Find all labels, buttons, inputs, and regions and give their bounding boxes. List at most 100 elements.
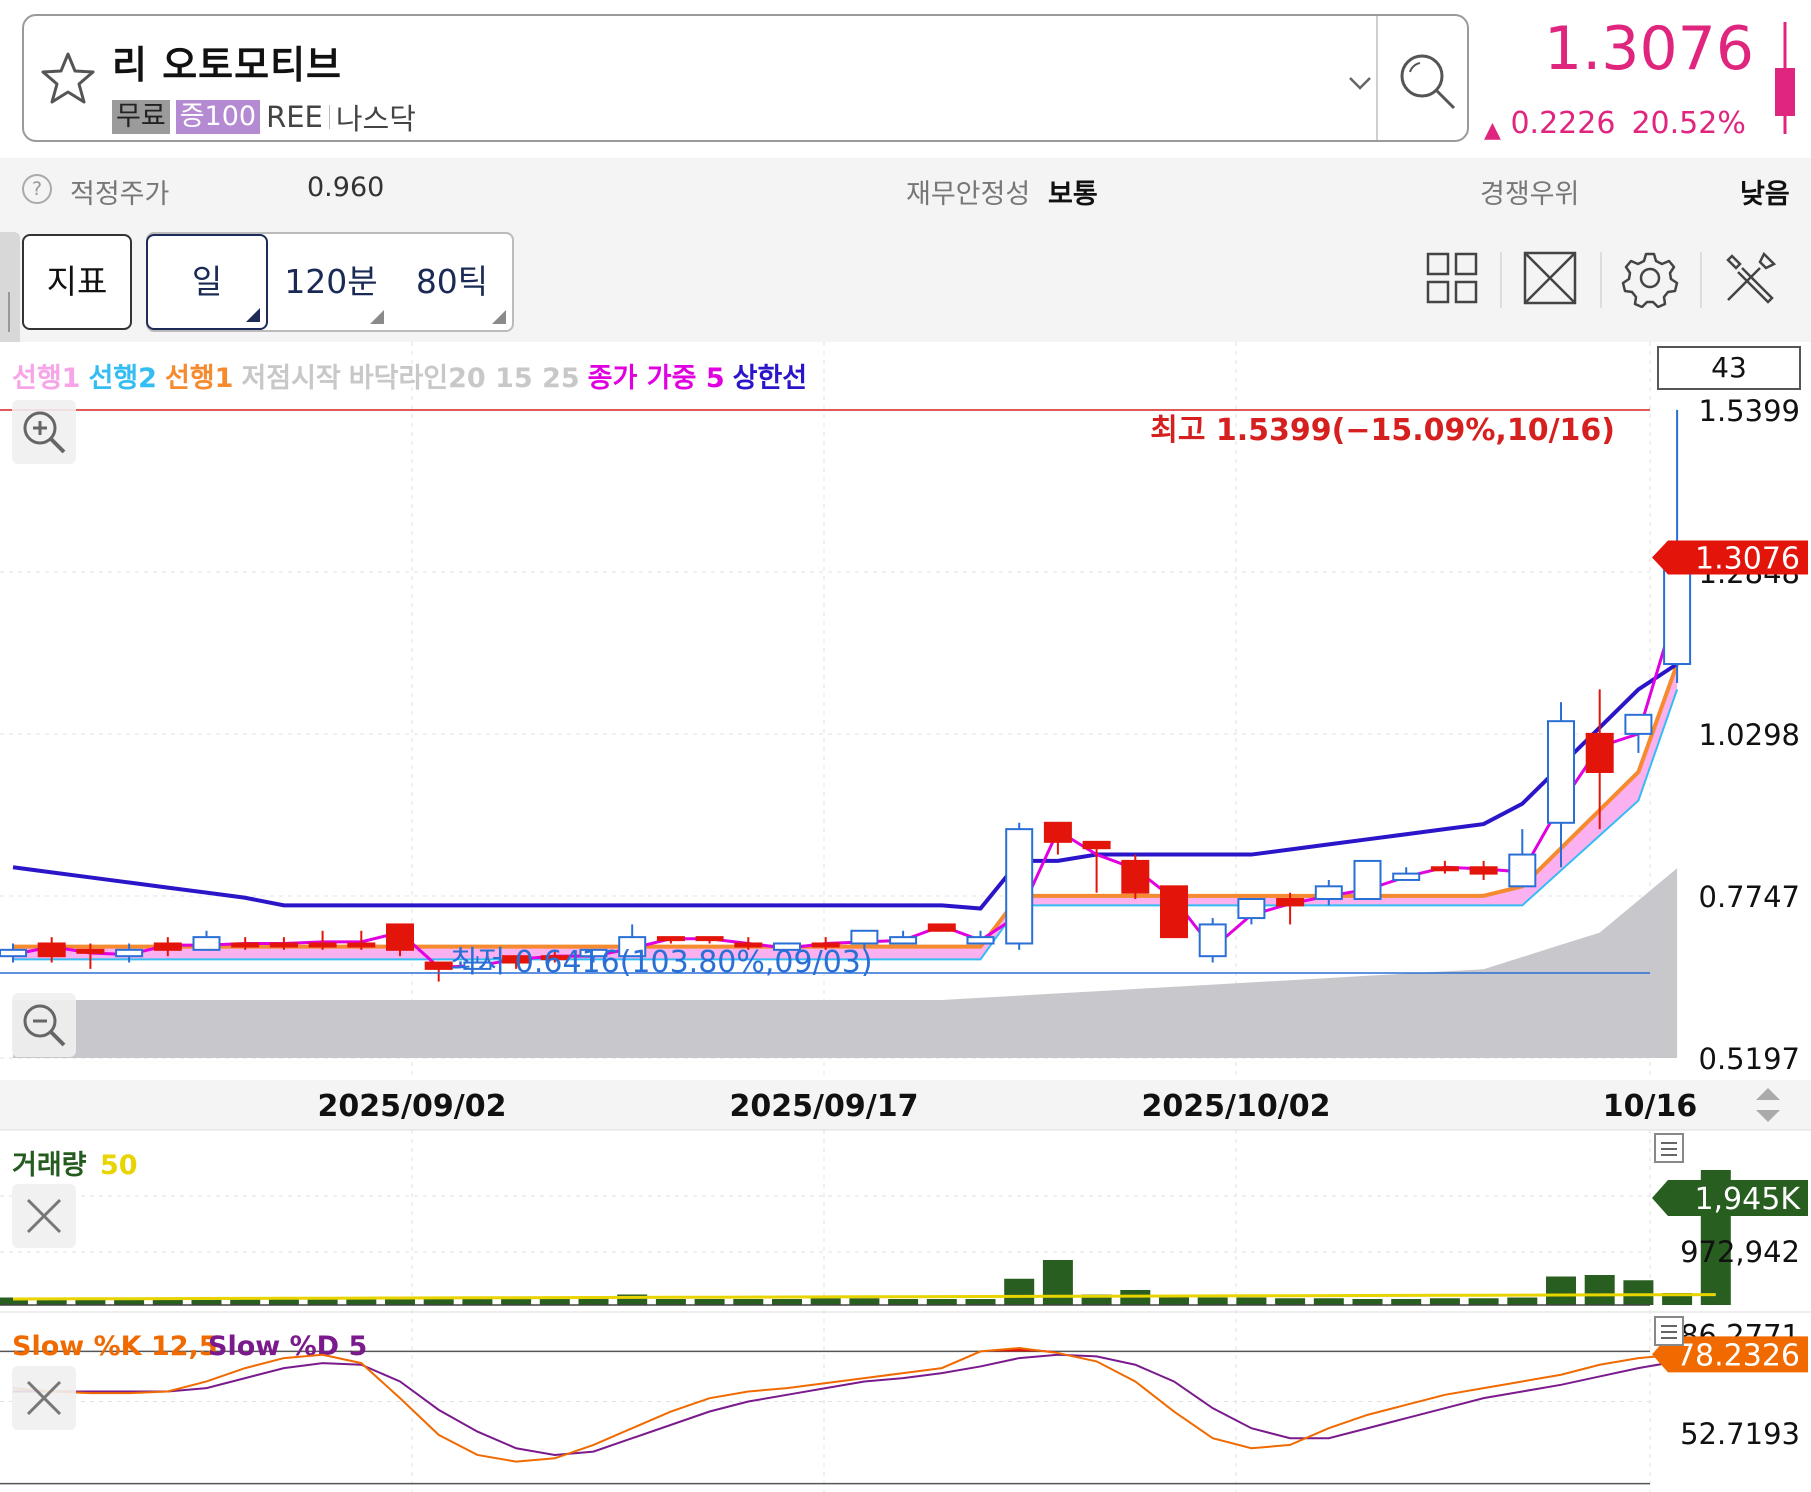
date-axis-label: 2025/10/02 xyxy=(1142,1089,1331,1124)
up-arrow-icon: ▲ xyxy=(1484,118,1501,143)
chevron-down-icon[interactable] xyxy=(1346,70,1374,94)
legend-item: 상한선 xyxy=(732,363,808,394)
legend-item: 선행1 xyxy=(12,363,81,394)
fullscreen-icon[interactable] xyxy=(1520,248,1580,308)
candle-body xyxy=(1121,859,1150,894)
close-icon xyxy=(26,1198,62,1234)
volume-bar xyxy=(733,1299,764,1305)
candle-body xyxy=(966,936,995,945)
volume-axis-label: 972,942 xyxy=(1680,1235,1800,1269)
dropdown-corner-icon xyxy=(370,310,384,324)
volume-bar xyxy=(810,1298,841,1305)
stock-tags: 무료 증100 REE 나스닥 xyxy=(112,96,416,138)
volume-bar xyxy=(1507,1297,1538,1305)
layout-grid-icon[interactable] xyxy=(1422,248,1482,308)
price-change: ▲ 0.2226 20.52% xyxy=(1484,106,1746,143)
volume-bar xyxy=(1313,1298,1344,1305)
volume-bar xyxy=(346,1299,377,1305)
competitive-label: 경쟁우위 xyxy=(1480,179,1580,210)
fair-price-value: 0.960 xyxy=(307,172,385,203)
high-annotation: 최고 1.5399(−15.09%,10/16) xyxy=(1150,413,1615,448)
legend-item: 저점시작 xyxy=(241,363,341,394)
settings-gear-icon[interactable] xyxy=(1620,248,1680,308)
bar-count-box[interactable]: 43 xyxy=(1657,346,1801,390)
price-chart[interactable]: 최고 1.5399(−15.09%,10/16) 최저 0.6416(103.80… xyxy=(0,342,1811,1492)
candle-body xyxy=(1392,872,1421,881)
legend-item: 선행1 xyxy=(164,363,234,394)
exchange-name: 나스닥 xyxy=(335,102,416,136)
candle-body xyxy=(656,936,685,942)
volume-bar xyxy=(1546,1276,1576,1305)
help-icon[interactable]: ? xyxy=(22,174,52,204)
period-80tick[interactable]: 80틱 xyxy=(392,234,512,330)
volume-bar xyxy=(849,1298,880,1305)
candle-body xyxy=(1508,853,1537,888)
candle-body xyxy=(1547,720,1575,824)
stock-search-box[interactable]: 리 오토모티브 무료 증100 REE 나스닥 xyxy=(22,14,1469,142)
legend-item: 선행2 xyxy=(88,363,157,394)
price-axis-label: 1.5399 xyxy=(1699,394,1800,428)
zoom-out-button[interactable] xyxy=(12,993,76,1057)
volume-bar xyxy=(1042,1260,1073,1305)
candle-body xyxy=(1585,732,1614,773)
candle-body xyxy=(1469,866,1498,875)
price-axis-label: 0.5197 xyxy=(1699,1042,1800,1076)
candle-body xyxy=(386,923,414,951)
volume-pane-menu-icon[interactable] xyxy=(1654,1133,1684,1163)
candle-body xyxy=(192,936,221,951)
period-120min-label: 120분 xyxy=(284,262,378,301)
candle xyxy=(1005,822,1034,950)
volume-bar xyxy=(1275,1298,1306,1305)
period-day[interactable]: 일 xyxy=(146,234,268,330)
candle-body xyxy=(1276,898,1305,907)
candle-body xyxy=(1082,840,1111,850)
volume-close-button[interactable] xyxy=(12,1184,76,1248)
candle xyxy=(1198,918,1227,963)
candle-body xyxy=(1430,866,1459,872)
indicator-button[interactable]: 지표 xyxy=(22,234,132,330)
stability-label: 재무안정성 xyxy=(906,179,1031,210)
period-120min[interactable]: 120분 xyxy=(272,234,390,330)
candle xyxy=(1121,854,1150,900)
toolbar-divider xyxy=(1500,252,1502,308)
candle-body xyxy=(1043,821,1072,843)
volume-bar xyxy=(1004,1278,1035,1305)
volume-bar xyxy=(501,1298,532,1305)
search-icon[interactable] xyxy=(1392,46,1462,116)
volume-bar xyxy=(772,1299,802,1305)
candle-body xyxy=(1624,713,1653,735)
zoom-in-button[interactable] xyxy=(12,400,76,464)
tag-free: 무료 xyxy=(112,100,170,134)
price-axis-label: 1.0298 xyxy=(1699,718,1800,752)
stoch-pane-menu-icon[interactable] xyxy=(1654,1316,1684,1346)
candle-body xyxy=(1314,885,1343,901)
toolbar-divider xyxy=(1600,252,1602,308)
stoch-axis-label: 52.7193 xyxy=(1680,1417,1800,1451)
volume-bar xyxy=(423,1299,454,1305)
stoch-close-button[interactable] xyxy=(12,1366,76,1430)
toolbar-divider xyxy=(1700,252,1702,308)
candle-body xyxy=(695,936,724,942)
date-axis-label: 2025/09/02 xyxy=(318,1089,507,1124)
ticker-symbol: REE xyxy=(266,100,323,134)
price-axis-label: 0.7747 xyxy=(1699,880,1800,914)
stock-name: 리 오토모티브 xyxy=(112,43,342,87)
indicator-legend: 선행1 선행2 선행1 저점시작 바닥라인20 15 25 종가 가중 5 상한선 xyxy=(12,356,815,395)
drawing-tools-icon[interactable] xyxy=(1720,248,1780,308)
volume-bar xyxy=(1584,1275,1615,1305)
candle-body xyxy=(889,936,918,945)
date-axis-label: 10/16 xyxy=(1603,1089,1697,1124)
favorite-star-icon[interactable] xyxy=(38,48,98,108)
period-selector: 일 120분 80틱 xyxy=(146,232,514,332)
candle-body xyxy=(1160,885,1188,939)
search-divider xyxy=(1376,16,1378,140)
volume-bar xyxy=(462,1299,493,1305)
tag-margin: 증100 xyxy=(175,100,261,134)
volume-bar xyxy=(1429,1298,1460,1305)
change-abs: ▲ 0.2226 xyxy=(1484,106,1615,143)
candle-body xyxy=(1005,828,1034,945)
current-price: 1.3076 xyxy=(1544,14,1754,84)
volume-bar xyxy=(965,1299,996,1305)
volume-title: 거래량 xyxy=(12,1150,87,1181)
volume-current-tag-label: 1,945K xyxy=(1694,1182,1801,1217)
